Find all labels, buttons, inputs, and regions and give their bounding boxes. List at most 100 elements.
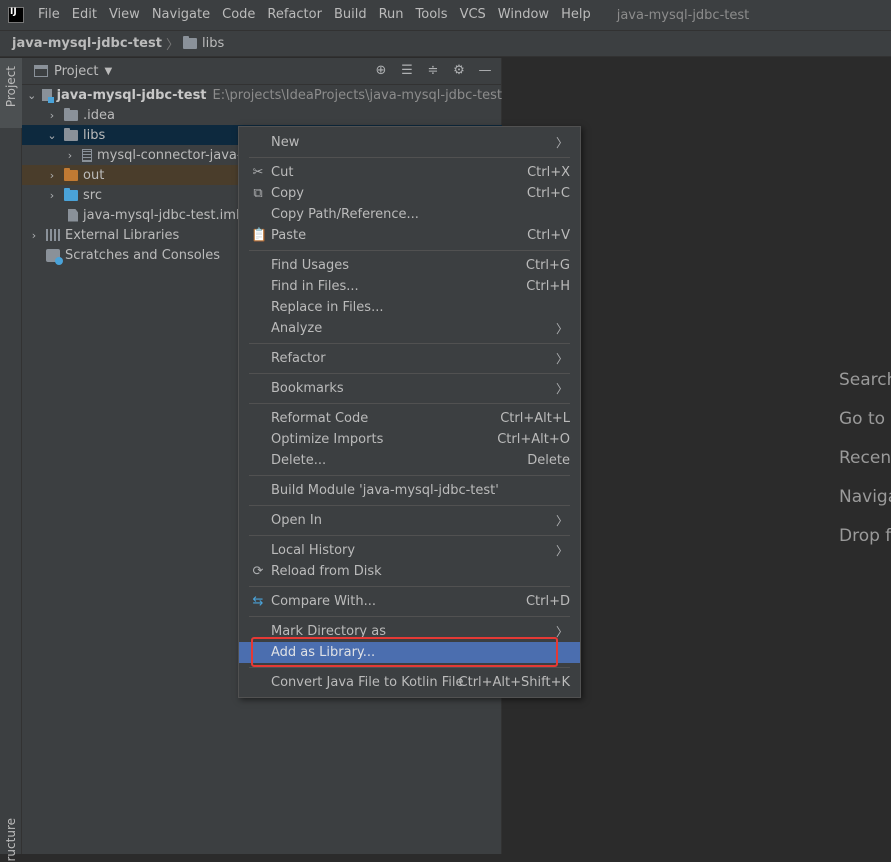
menu-item-reformat-code[interactable]: Reformat Code Ctrl+Alt+L	[239, 408, 580, 429]
chevron-right-icon[interactable]: ›	[44, 109, 60, 122]
menu-item-analyze[interactable]: Analyze 〉	[239, 318, 580, 339]
menu-item-shortcut: Ctrl+X	[527, 165, 570, 180]
menu-item-replace-in-files[interactable]: Replace in Files...	[239, 297, 580, 318]
jar-icon	[82, 148, 92, 162]
tree-label: java-mysql-jdbc-test	[56, 87, 207, 103]
chevron-right-icon[interactable]: ›	[44, 189, 60, 202]
menu-build[interactable]: Build	[328, 0, 373, 30]
menu-edit[interactable]: Edit	[66, 0, 103, 30]
menu-item-label: Reformat Code	[271, 411, 369, 426]
menu-item-label: New	[271, 135, 300, 150]
menu-item-refactor[interactable]: Refactor 〉	[239, 348, 580, 369]
menu-item-label: Open In	[271, 513, 322, 528]
menu-item-new[interactable]: New 〉	[239, 132, 580, 153]
chevron-right-icon[interactable]: ›	[62, 149, 78, 162]
project-tool-tab[interactable]: Project	[0, 58, 22, 128]
menu-item-label: Add as Library...	[271, 645, 376, 660]
menu-item-label: Find in Files...	[271, 279, 359, 294]
gear-icon[interactable]: ⚙	[451, 63, 467, 79]
tree-label: mysql-connector-java-5	[97, 147, 250, 163]
menu-refactor[interactable]: Refactor	[261, 0, 328, 30]
menu-item-cut[interactable]: ✂ Cut Ctrl+X	[239, 162, 580, 183]
file-icon	[68, 208, 78, 222]
folder-icon	[64, 107, 78, 121]
menu-item-compare-with[interactable]: ⇆ Compare With... Ctrl+D	[239, 591, 580, 612]
project-panel-title[interactable]: Project	[54, 64, 98, 79]
menu-navigate[interactable]: Navigate	[146, 0, 216, 30]
hide-icon[interactable]: —	[477, 63, 493, 79]
menu-help[interactable]: Help	[555, 0, 597, 30]
menu-item-copy[interactable]: ⧉ Copy Ctrl+C	[239, 183, 580, 204]
tree-path: E:\projects\IdeaProjects\java-mysql-jdbc…	[212, 87, 502, 103]
tree-row-idea[interactable]: › .idea	[22, 105, 502, 125]
menu-item-find-in-files[interactable]: Find in Files... Ctrl+H	[239, 276, 580, 297]
menu-item-label: Refactor	[271, 351, 326, 366]
tree-row-project-root[interactable]: ⌄ java-mysql-jdbc-test E:\projects\IdeaP…	[22, 85, 502, 105]
menu-run[interactable]: Run	[373, 0, 410, 30]
breadcrumb-folder[interactable]: libs	[202, 36, 224, 51]
menu-item-find-usages[interactable]: Find Usages Ctrl+G	[239, 255, 580, 276]
menu-item-reload-from-disk[interactable]: ⟳ Reload from Disk	[239, 561, 580, 582]
menu-separator	[249, 586, 570, 587]
menu-item-shortcut: Ctrl+Alt+O	[497, 432, 570, 447]
menu-item-label: Paste	[271, 228, 307, 243]
menu-item-label: Copy Path/Reference...	[271, 207, 419, 222]
tree-label: out	[83, 167, 105, 183]
menu-item-label: Bookmarks	[271, 381, 344, 396]
menu-item-paste[interactable]: 📋 Paste Ctrl+V	[239, 225, 580, 246]
menu-item-add-as-library[interactable]: Add as Library...	[239, 642, 580, 663]
menu-item-shortcut: Delete	[527, 453, 570, 468]
left-tool-strip: Project ructure	[0, 58, 22, 862]
chevron-down-icon[interactable]: ▼	[104, 66, 112, 77]
menu-item-label: Analyze	[271, 321, 323, 336]
menu-separator	[249, 343, 570, 344]
chevron-down-icon[interactable]: ⌄	[26, 89, 38, 102]
menu-item-delete[interactable]: Delete... Delete	[239, 450, 580, 471]
menu-item-label: Optimize Imports	[271, 432, 384, 447]
compare-icon: ⇆	[252, 594, 264, 609]
menu-separator	[249, 616, 570, 617]
chevron-right-icon: 〉	[555, 136, 568, 150]
menu-item-convert-to-kotlin[interactable]: Convert Java File to Kotlin File Ctrl+Al…	[239, 672, 580, 693]
structure-tab-label[interactable]: ructure	[4, 818, 18, 862]
reload-icon: ⟳	[252, 564, 264, 579]
menu-item-label: Replace in Files...	[271, 300, 384, 315]
breadcrumb-separator: 〉	[165, 38, 179, 53]
menu-view[interactable]: View	[103, 0, 146, 30]
scissors-icon: ✂	[252, 165, 264, 180]
menu-item-shortcut: Ctrl+D	[525, 594, 570, 609]
menu-item-shortcut: Ctrl+Alt+L	[500, 411, 570, 426]
menu-window[interactable]: Window	[492, 0, 555, 30]
breadcrumb-project[interactable]: java-mysql-jdbc-test	[12, 36, 162, 51]
menu-item-label: Compare With...	[271, 594, 377, 609]
chevron-down-icon[interactable]: ⌄	[44, 129, 60, 142]
menu-item-local-history[interactable]: Local History 〉	[239, 540, 580, 561]
menu-file[interactable]: File	[32, 0, 66, 30]
menu-separator	[249, 667, 570, 668]
window-title: java-mysql-jdbc-test	[616, 7, 750, 23]
menu-separator	[249, 403, 570, 404]
scratches-icon	[46, 248, 63, 265]
menu-item-label: Copy	[271, 186, 304, 201]
chevron-right-icon[interactable]: ›	[44, 169, 60, 182]
menu-item-bookmarks[interactable]: Bookmarks 〉	[239, 378, 580, 399]
menu-vcs[interactable]: VCS	[454, 0, 492, 30]
chevron-right-icon: 〉	[555, 382, 568, 396]
menu-item-shortcut: Ctrl+C	[526, 186, 570, 201]
context-menu: New 〉 ✂ Cut Ctrl+X ⧉ Copy Ctrl+C Copy Pa…	[238, 126, 581, 698]
menu-code[interactable]: Code	[216, 0, 261, 30]
menu-item-open-in[interactable]: Open In 〉	[239, 510, 580, 531]
project-view-icon	[34, 65, 48, 77]
tree-label: .idea	[83, 107, 115, 123]
menu-item-optimize-imports[interactable]: Optimize Imports Ctrl+Alt+O	[239, 429, 580, 450]
menu-item-mark-directory-as[interactable]: Mark Directory as 〉	[239, 621, 580, 642]
menu-item-build-module[interactable]: Build Module 'java-mysql-jdbc-test'	[239, 480, 580, 501]
menu-item-shortcut: Ctrl+V	[527, 228, 570, 243]
menu-item-copy-path[interactable]: Copy Path/Reference...	[239, 204, 580, 225]
locate-icon[interactable]: ⊕	[373, 63, 389, 79]
menu-tools[interactable]: Tools	[410, 0, 454, 30]
chevron-right-icon: 〉	[555, 625, 568, 639]
expand-all-icon[interactable]: ☰	[399, 63, 415, 79]
chevron-right-icon[interactable]: ›	[26, 229, 42, 242]
collapse-all-icon[interactable]: ≑	[425, 63, 441, 79]
